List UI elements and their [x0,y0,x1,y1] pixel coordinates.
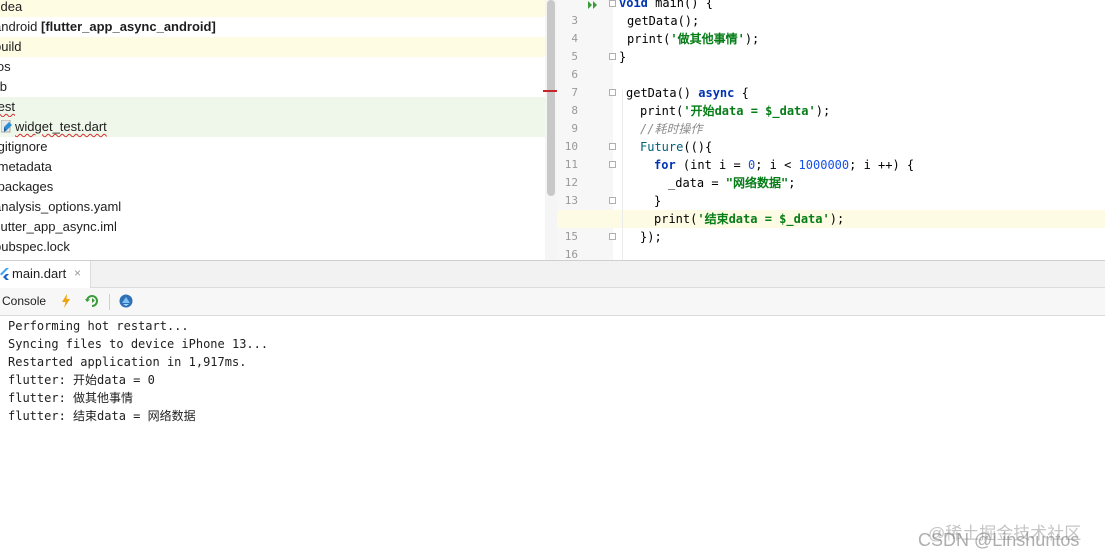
tree-item-packages[interactable]: .packages [0,177,545,197]
tree-item-idea[interactable]: .idea [0,0,545,17]
tree-item-analysis-options[interactable]: analysis_options.yaml [0,197,545,217]
tree-item-widget-test[interactable]: widget_test.dart [0,117,545,137]
code-line: 8 getData() async { [571,86,749,117]
fold-marker-icon[interactable] [609,197,616,204]
run-tab-label: main.dart [12,266,67,281]
code-line: 11 Future((){ [564,140,713,171]
hot-reload-icon[interactable] [58,293,74,309]
run-tab-bar: main.dart × [0,260,1105,288]
console-line: flutter: 做其他事情 [8,391,134,405]
module-name: [flutter_app_async_android] [41,19,216,34]
fold-marker-icon[interactable] [609,233,616,240]
run-tab-main-dart[interactable]: main.dart × [0,261,91,288]
tree-item-ios[interactable]: ios [0,57,545,77]
code-editor[interactable]: 3 void main() { 4 getData(); 5 print('做其… [557,0,1105,260]
console-line: Restarted application in 1,917ms. [8,355,247,369]
code-line: 12 for (int i = 0; i < 1000000; i ++) { [564,158,915,189]
hot-restart-icon[interactable] [84,293,100,309]
tree-scrollbar-thumb[interactable] [547,0,555,196]
code-line: 3 void main() { [571,0,713,27]
console-line: Performing hot restart... [8,319,189,333]
code-line: 9 print('开始data = $_data'); [571,104,831,135]
code-line: 14 } [557,192,1105,225]
code-line: 6 } [571,50,627,81]
tree-item-test[interactable]: test [0,97,545,117]
tree-item-lib[interactable]: lib [0,77,545,97]
ide-window: .idea android [flutter_app_async_android… [0,0,1105,557]
code-line-current: 15 print('结束data = $_data'); [557,210,1105,243]
tree-item-build[interactable]: build [0,37,545,57]
tree-item-pubspec-lock[interactable]: pubspec.lock [0,237,545,257]
run-gutter-icon[interactable] [587,0,599,10]
code-line: 16 }); [564,230,662,260]
dart-file-icon [1,120,12,133]
code-line: 10 //耗时操作 [564,122,703,153]
fold-marker-icon[interactable] [609,161,616,168]
console-line: Syncing files to device iPhone 13... [8,337,269,351]
run-toolbar: Console [0,288,1105,316]
console-line: flutter: 结束data = 网络数据 [8,409,196,423]
devtools-icon[interactable] [118,293,134,309]
code-line: 5 print('做其他事情'); [571,32,760,63]
code-line: 4 getData(); [571,14,700,45]
tree-item-label: android [0,19,38,34]
close-icon[interactable]: × [74,266,81,280]
fold-marker-icon[interactable] [609,0,616,7]
code-line: 7 [571,86,578,99]
splitter-marker [543,90,557,92]
project-tree: .idea android [flutter_app_async_android… [0,0,545,260]
tree-item-metadata[interactable]: .metadata [0,157,545,177]
tree-item-iml[interactable]: flutter_app_async.iml [0,217,545,237]
indent-guide [622,90,623,260]
fold-marker-icon[interactable] [609,89,616,96]
tree-item-gitignore[interactable]: .gitignore [0,137,545,157]
fold-marker-icon[interactable] [609,53,616,60]
tree-item-android[interactable]: android [flutter_app_async_android] [0,17,545,37]
watermark-csdn: CSDN @Linshuntos [918,530,1080,550]
toolbar-separator [109,294,110,310]
flutter-icon [0,268,9,280]
code-line: 17 [557,246,1105,260]
code-line: 13 _data = "网络数据"; [564,176,796,207]
console-line: flutter: 开始data = 0 [8,373,155,387]
fold-marker-icon[interactable] [609,143,616,150]
console-tab[interactable]: Console [2,294,46,308]
